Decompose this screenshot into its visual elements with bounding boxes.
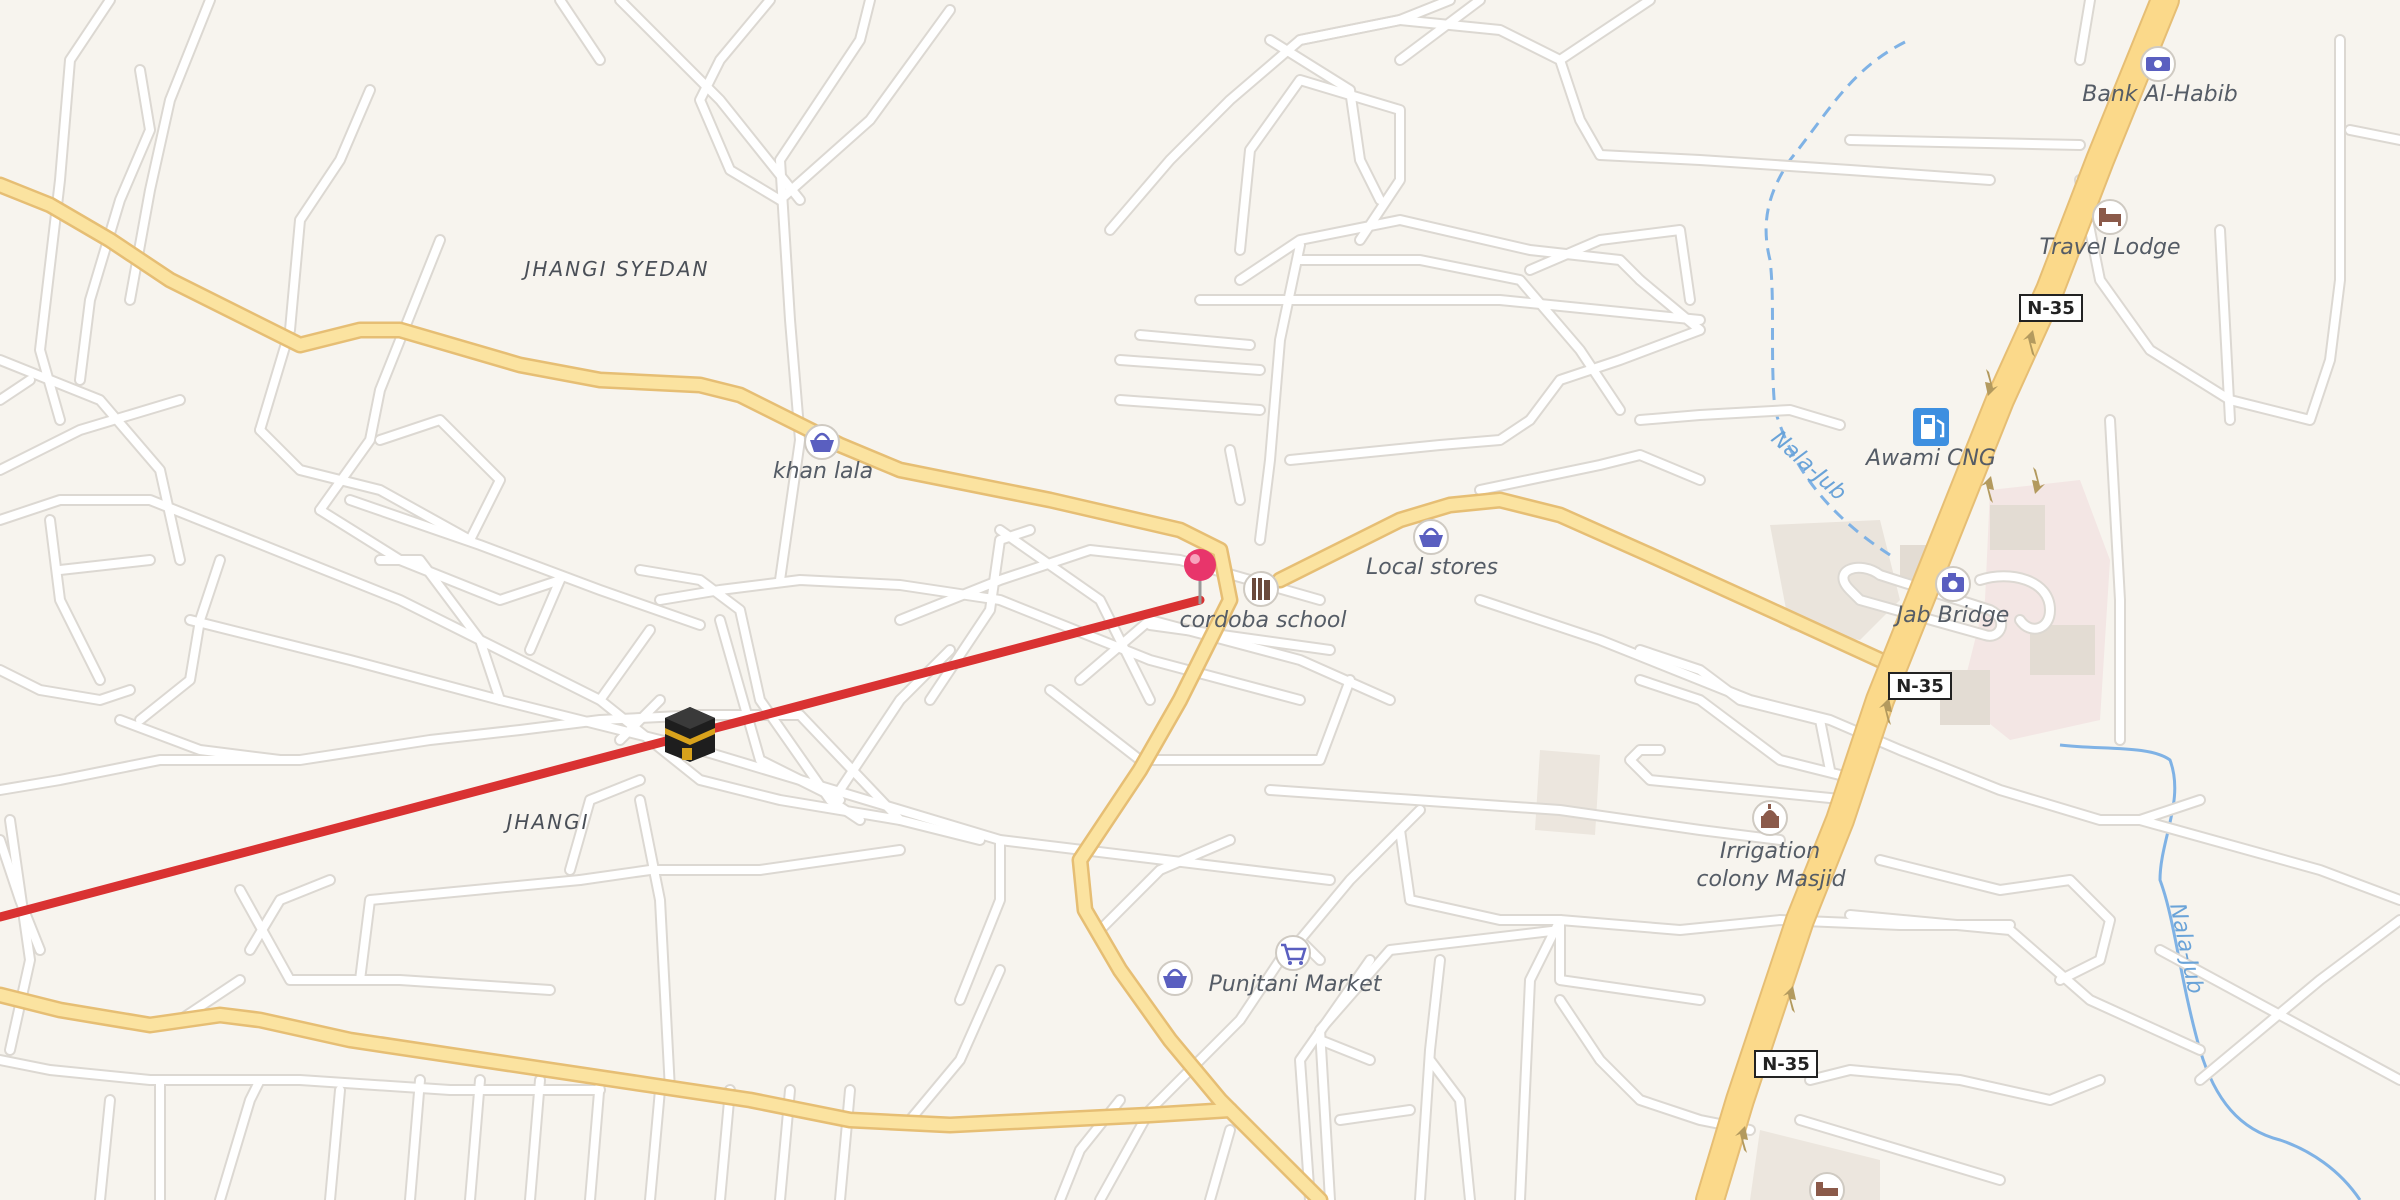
- poi-unnamed-lodge[interactable]: [1809, 1172, 1845, 1200]
- shopping-cart-icon: [1275, 935, 1311, 971]
- poi-label: Jab Bridge: [1893, 603, 2010, 628]
- poi-label: Punjtani Market: [1209, 972, 1383, 997]
- poi-unnamed-store[interactable]: [1157, 960, 1193, 996]
- area-label-jhangi: JHANGI: [503, 810, 590, 834]
- poi-label: cordoba school: [1180, 608, 1347, 633]
- bed-icon: [2092, 199, 2128, 235]
- kaaba-icon[interactable]: [665, 707, 715, 762]
- map-canvas[interactable]: N-35 N-35 N-35 JHANGI SYEDAN JHANGI Nala…: [0, 0, 2400, 1200]
- road-shield-n35-middle: N-35: [1888, 672, 1952, 700]
- bed-icon: [1809, 1172, 1845, 1200]
- poi-label-line1: Irrigation: [1720, 839, 1820, 864]
- poi-label-line2: colony Masjid: [1696, 867, 1846, 892]
- shopping-basket-icon: [804, 424, 840, 460]
- poi-label: Bank Al-Habib: [2082, 82, 2237, 107]
- school-icon: [1243, 571, 1279, 607]
- road-shield-n35-top: N-35: [2019, 294, 2083, 322]
- poi-label: Travel Lodge: [2039, 235, 2180, 260]
- road-shield-n35-bottom: N-35: [1754, 1050, 1818, 1078]
- svg-text:N-35: N-35: [1762, 1054, 1810, 1075]
- mosque-icon: [1752, 800, 1788, 836]
- bank-icon: [2140, 46, 2176, 82]
- area-label-jhangi-syedan: JHANGI SYEDAN: [521, 257, 710, 281]
- shopping-basket-icon: [1413, 519, 1449, 555]
- poi-label: Awami CNG: [1864, 446, 1996, 471]
- camera-icon: [1935, 566, 1971, 602]
- svg-text:N-35: N-35: [1896, 676, 1944, 697]
- poi-label: khan lala: [773, 459, 873, 484]
- shopping-basket-icon: [1157, 960, 1193, 996]
- fuel-icon: [1913, 408, 1949, 446]
- poi-label: Local stores: [1366, 555, 1498, 580]
- svg-text:N-35: N-35: [2027, 298, 2075, 319]
